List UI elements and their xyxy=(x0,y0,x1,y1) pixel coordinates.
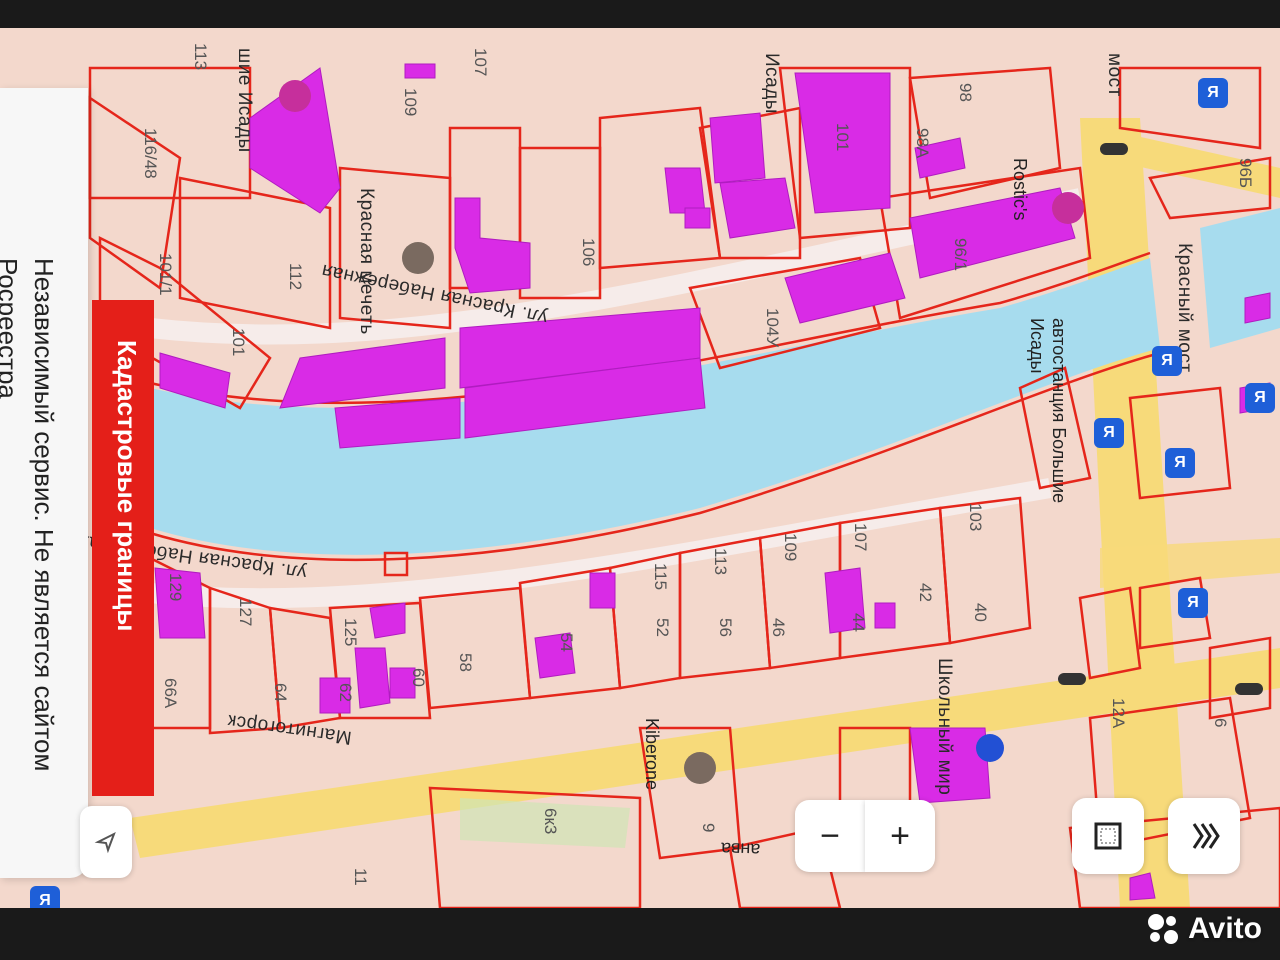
house-number: 109 xyxy=(401,88,420,117)
transport-stop-icon[interactable]: Я xyxy=(1198,78,1228,108)
house-number: 107 xyxy=(851,523,870,552)
avito-logo-icon xyxy=(1146,912,1180,946)
poi-label-kiberone: Kiberone xyxy=(642,718,662,791)
house-number: 116/48 xyxy=(141,128,160,179)
frame-button[interactable] xyxy=(1072,798,1144,874)
kiberone-icon xyxy=(684,752,716,784)
house-number: 104У xyxy=(763,308,782,348)
house-number: 96Б xyxy=(1236,158,1255,189)
traffic-light-icon xyxy=(1058,673,1086,685)
mosque-icon xyxy=(402,242,434,274)
house-number: 106 xyxy=(579,238,598,267)
layers-button[interactable] xyxy=(1168,798,1240,874)
house-number: 98А xyxy=(913,128,932,159)
cadastral-map[interactable] xyxy=(0,28,1280,908)
disclaimer-text: Независимый сервис. Не является сайтом Р… xyxy=(0,258,59,772)
house-number: 98 xyxy=(956,83,975,102)
locate-arrow-icon xyxy=(94,831,116,854)
house-number: 54 xyxy=(557,633,576,652)
street-label-isady: Исады xyxy=(761,53,782,114)
zoom-in-button[interactable]: + xyxy=(865,800,935,872)
transport-stop-icon[interactable]: Я xyxy=(1178,588,1208,618)
house-number: 101 xyxy=(229,328,248,357)
street-label-shkolny-mir: Школьный мир xyxy=(934,658,955,796)
poi-label-avtostantsiya: автостанция Большие Исады xyxy=(1027,318,1069,504)
shkolny-mir-icon xyxy=(976,734,1004,762)
zoom-out-button[interactable]: − xyxy=(795,800,865,872)
house-number: 113 xyxy=(191,43,210,71)
transport-stop-icon[interactable]: Я xyxy=(1165,448,1195,478)
house-number: 6к3 xyxy=(541,808,560,835)
transport-stop-icon[interactable]: Я xyxy=(1094,418,1124,448)
house-number: 11 xyxy=(351,868,370,886)
house-number: 62 xyxy=(336,683,355,702)
poi-label-rostics: Rostic's xyxy=(1010,158,1030,221)
rostics-icon xyxy=(1052,192,1084,224)
house-number: 101/1 xyxy=(156,253,175,296)
house-number: 46 xyxy=(769,618,788,637)
house-number: 42 xyxy=(916,583,935,602)
street-label-bolshie-isady: шие Исады xyxy=(234,48,255,153)
river-water-right xyxy=(1200,208,1280,348)
house-number: 129 xyxy=(166,573,185,602)
photo-frame: Красная мечеть ул. Красная Набережная ул… xyxy=(0,0,1280,960)
transport-stop-icon[interactable]: Я xyxy=(1152,346,1182,376)
traffic-light-icon xyxy=(1100,143,1128,155)
house-number: 58 xyxy=(456,653,475,672)
shop-icon xyxy=(279,80,311,112)
house-number: 127 xyxy=(236,598,255,627)
transport-stop-icon[interactable]: Я xyxy=(30,886,60,908)
house-number: 113 xyxy=(711,548,730,576)
house-number: 101 xyxy=(833,123,852,152)
house-number: 112 xyxy=(286,263,305,291)
house-number: 9 xyxy=(699,823,718,833)
layers-icon xyxy=(1192,823,1220,849)
house-number: 52 xyxy=(653,618,672,637)
locate-button[interactable] xyxy=(80,806,132,878)
house-number: 103 xyxy=(966,503,985,532)
house-number: 125 xyxy=(341,618,360,647)
avito-watermark: Avito xyxy=(1146,912,1262,946)
frame-icon xyxy=(1094,822,1122,850)
street-label-most: мост xyxy=(1104,53,1125,97)
map-viewport[interactable]: Красная мечеть ул. Красная Набережная ул… xyxy=(0,28,1280,908)
info-side-panel: Независимый сервис. Не является сайтом Р… xyxy=(0,88,88,878)
house-number: 6 xyxy=(1211,718,1230,728)
house-number: 107 xyxy=(471,48,490,77)
poi-label-clipped: анва xyxy=(720,838,761,860)
avito-text: Avito xyxy=(1188,912,1262,945)
traffic-light-icon xyxy=(1235,683,1263,695)
street-label-krasnaya-mechet: Красная мечеть xyxy=(356,188,377,335)
house-number: 96/1 xyxy=(951,238,970,272)
house-number: 64 xyxy=(271,683,290,702)
transport-stop-icon[interactable]: Я xyxy=(1245,383,1275,413)
house-number: 44 xyxy=(849,613,868,632)
house-number: 56 xyxy=(716,618,735,637)
house-number: 40 xyxy=(971,603,990,622)
house-number: 66А xyxy=(161,678,180,709)
house-number: 109 xyxy=(781,533,800,562)
house-number: 60 xyxy=(409,668,428,687)
cadastral-boundaries-banner[interactable]: Кадастровые границы xyxy=(92,300,154,796)
banner-label: Кадастровые границы xyxy=(112,340,142,632)
house-number: 12А xyxy=(1109,698,1128,729)
house-number: 115 xyxy=(651,563,670,591)
